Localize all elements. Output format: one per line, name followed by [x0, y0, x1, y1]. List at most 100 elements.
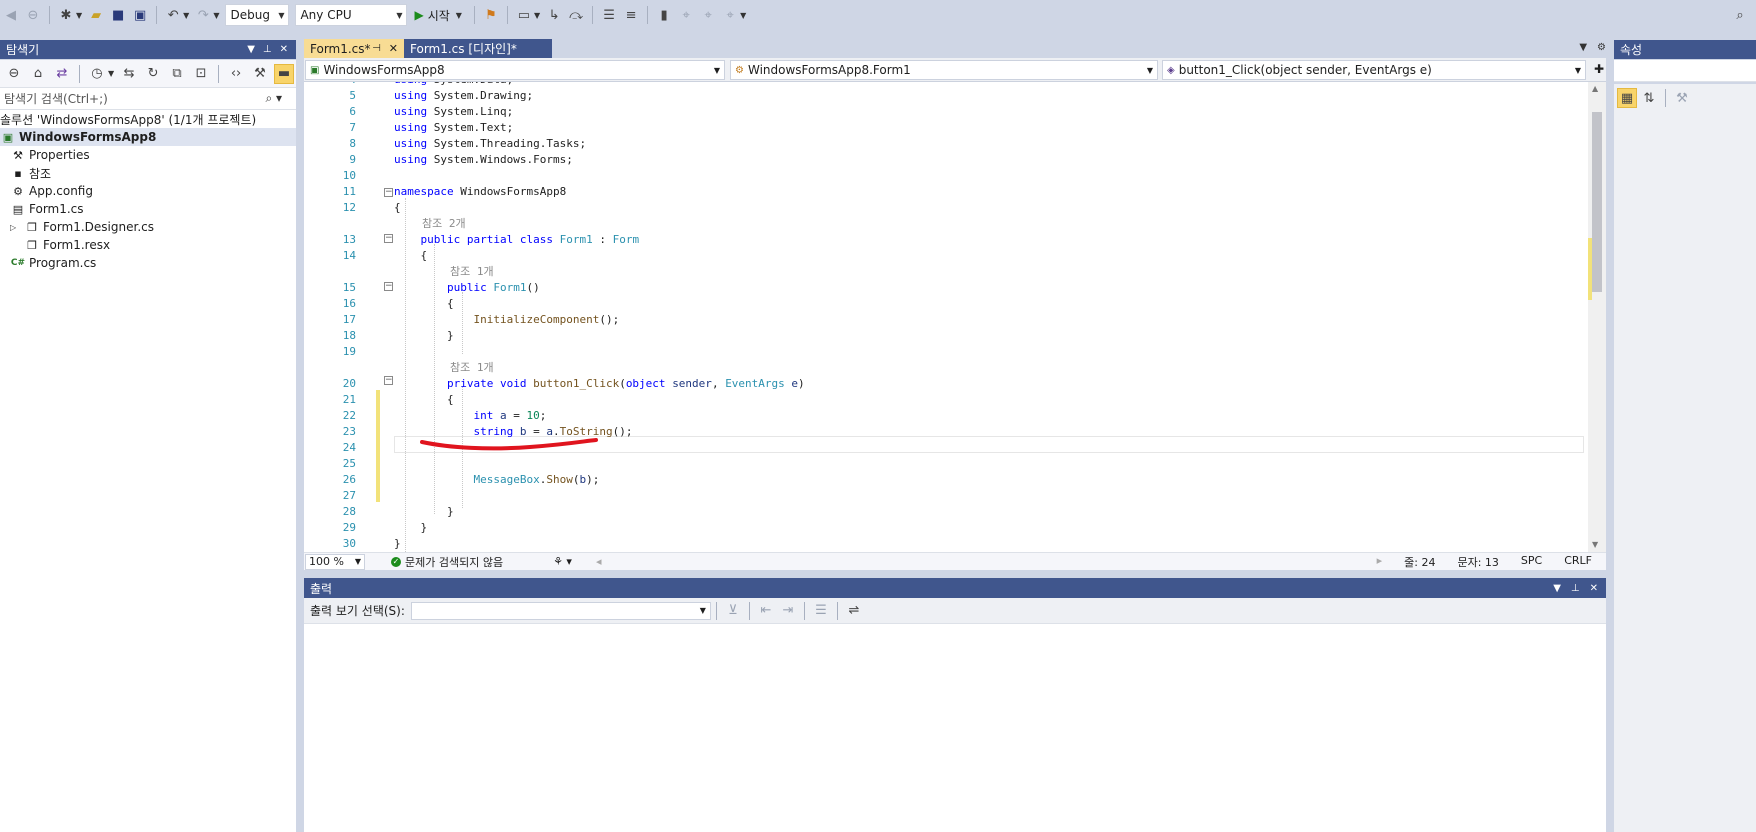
close-icon[interactable]: ✕ [389, 42, 398, 55]
code-cleanup-icon[interactable]: ⚘ ▾ [553, 555, 572, 568]
save-icon[interactable]: ■ [108, 5, 128, 25]
zoom-select[interactable]: 100 % ▼ [305, 553, 365, 570]
pin-icon[interactable]: ⊥ [263, 44, 272, 55]
home-icon[interactable]: ⌂ [28, 64, 48, 84]
navigate-back-icon[interactable]: ◀ [1, 5, 21, 25]
fold-ctor-icon[interactable]: − [384, 282, 393, 291]
screenshot-icon[interactable]: ▭ [514, 5, 534, 25]
output-content[interactable] [304, 624, 1606, 832]
column-indicator[interactable]: 문자: 13 [1457, 554, 1498, 570]
scroll-left-icon[interactable]: ◂ [596, 555, 602, 568]
bookmark-icon[interactable]: ▮ [654, 5, 674, 25]
back-icon[interactable]: ⊖ [4, 64, 24, 84]
collapse-all-icon[interactable]: ⧉ [167, 64, 187, 84]
clear-all-icon[interactable]: ☰ [811, 601, 831, 621]
word-wrap-icon[interactable]: ⇌ [844, 601, 864, 621]
chevron-down-icon[interactable]: ▼ [456, 11, 462, 20]
preview-icon[interactable]: ▬ [274, 63, 294, 84]
show-all-files-icon[interactable]: ⊡ [191, 64, 211, 84]
fold-method-icon[interactable]: − [384, 376, 393, 385]
configuration-select[interactable]: Debug ▼ [225, 4, 290, 26]
line-ending-indicator[interactable]: CRLF [1564, 554, 1592, 570]
tree-item-form1-resx[interactable]: ❐ Form1.resx [24, 236, 110, 254]
tree-item-program[interactable]: C# Program.cs [10, 254, 96, 272]
tab-form1-designer[interactable]: Form1.cs [디자인]* [404, 39, 552, 58]
class-select[interactable]: ⚙ WindowsFormsApp8.Form1 ▼ [730, 60, 1158, 80]
start-button[interactable]: ▶ 시작 ▼ [414, 7, 464, 24]
expand-icon[interactable]: ▷ [10, 223, 20, 232]
tree-item-app-config[interactable]: ⚙ App.config [10, 182, 93, 200]
chevron-down-icon[interactable]: ▼ [76, 11, 82, 20]
reference-count-label[interactable]: 참조 1개 [450, 360, 494, 376]
uncomment-icon[interactable]: ≡ [621, 5, 641, 25]
tab-form1-cs[interactable]: Form1.cs* ⊣ ✕ [304, 39, 404, 58]
scroll-down-icon[interactable]: ▼ [1592, 540, 1598, 549]
tree-item-properties[interactable]: ⚒ Properties [10, 146, 90, 164]
properties-object-select[interactable] [1614, 60, 1756, 82]
undo-icon[interactable]: ↶ [163, 5, 183, 25]
find-message-icon[interactable]: ⊻ [723, 601, 743, 621]
output-source-select[interactable]: ▼ [410, 601, 711, 620]
tree-solution[interactable]: 솔루션 'WindowsFormsApp8' (1/1개 프로젝트) [0, 110, 256, 128]
close-icon[interactable]: ✕ [1590, 583, 1598, 594]
split-window-icon[interactable]: ✚ [1594, 62, 1604, 76]
open-folder-icon[interactable]: ▰ [86, 5, 106, 25]
tree-item-form1[interactable]: ▤ Form1.cs [10, 200, 84, 218]
navigate-forward-icon[interactable]: ⊖ [23, 5, 43, 25]
line-indicator[interactable]: 줄: 24 [1404, 554, 1435, 570]
hot-reload-icon[interactable]: ⚑ [481, 5, 501, 25]
alphabetical-icon[interactable]: ⇅ [1639, 88, 1659, 108]
view-code-icon[interactable]: ‹› [226, 64, 246, 84]
reference-count-label[interactable]: 참조 1개 [450, 264, 494, 280]
pending-changes-icon[interactable]: ◷ [87, 64, 107, 84]
search-icon[interactable]: ⌕ ▾ [265, 91, 282, 106]
fold-namespace-icon[interactable]: − [384, 188, 393, 197]
new-project-icon[interactable]: ✱ [56, 5, 76, 25]
tree-item-form1-designer[interactable]: ▷ ❐ Form1.Designer.cs [10, 218, 154, 236]
comment-icon[interactable]: ☰ [599, 5, 619, 25]
next-bookmark-icon[interactable]: ⌖ [698, 5, 718, 25]
chevron-down-icon[interactable]: ▼ [534, 11, 540, 20]
sync-icon[interactable]: ⇆ [119, 64, 139, 84]
solution-search-input[interactable]: 탐색기 검색(Ctrl+;) ⌕ ▾ [0, 88, 296, 110]
member-select[interactable]: ◈ button1_Click(object sender, EventArgs… [1162, 60, 1586, 80]
switch-views-icon[interactable]: ⇄ [52, 64, 72, 84]
search-icon[interactable]: ⌕ [1730, 5, 1750, 25]
issues-status[interactable]: 문제가 검색되지 않음 [405, 554, 503, 570]
clear-bookmarks-icon[interactable]: ⌖ [720, 5, 740, 25]
categorized-icon[interactable]: ▦ [1617, 88, 1637, 108]
reference-count-label[interactable]: 참조 2개 [422, 216, 466, 232]
property-pages-icon[interactable]: ⚒ [1672, 88, 1692, 108]
editor-vertical-scrollbar[interactable]: ▲ ▼ [1588, 82, 1606, 552]
step-over-icon[interactable]: ⤼ [566, 5, 586, 25]
prev-bookmark-icon[interactable]: ⌖ [676, 5, 696, 25]
step-into-icon[interactable]: ↳ [544, 5, 564, 25]
tab-list-icon[interactable]: ▼ [1579, 42, 1587, 53]
code-editor[interactable]: 4567891011121314151617181920212223242526… [304, 82, 1606, 552]
tree-project[interactable]: ▣ WindowsFormsApp8 [0, 128, 296, 146]
platform-select[interactable]: Any CPU ▼ [295, 4, 408, 26]
project-select[interactable]: ▣ WindowsFormsApp8 ▼ [305, 60, 725, 80]
chevron-down-icon[interactable]: ▼ [213, 11, 219, 20]
dropdown-icon[interactable]: ▼ [1553, 583, 1561, 594]
tree-item-references[interactable]: ▪ 참조 [10, 164, 51, 182]
chevron-down-icon[interactable]: ▼ [183, 11, 189, 20]
whitespace-indicator[interactable]: SPC [1521, 554, 1542, 570]
properties-grid[interactable] [1614, 112, 1756, 832]
left-splitter[interactable] [296, 30, 304, 832]
prev-message-icon[interactable]: ⇤ [756, 601, 776, 621]
save-all-icon[interactable]: ▣ [130, 5, 150, 25]
pin-icon[interactable]: ⊣ [372, 43, 381, 54]
settings-icon[interactable]: ⚙ [1597, 42, 1606, 53]
properties-icon[interactable]: ⚒ [250, 64, 270, 84]
next-message-icon[interactable]: ⇥ [778, 601, 798, 621]
refresh-icon[interactable]: ↻ [143, 64, 163, 84]
scroll-up-icon[interactable]: ▲ [1592, 84, 1598, 93]
dropdown-icon[interactable]: ▼ [247, 44, 255, 55]
redo-icon[interactable]: ↷ [193, 5, 213, 25]
scroll-right-icon[interactable]: ▸ [1377, 554, 1383, 570]
fold-class-icon[interactable]: − [384, 234, 393, 243]
chevron-down-icon[interactable]: ▼ [108, 69, 114, 78]
chevron-down-icon[interactable]: ▼ [740, 11, 746, 20]
close-icon[interactable]: ✕ [280, 44, 288, 55]
